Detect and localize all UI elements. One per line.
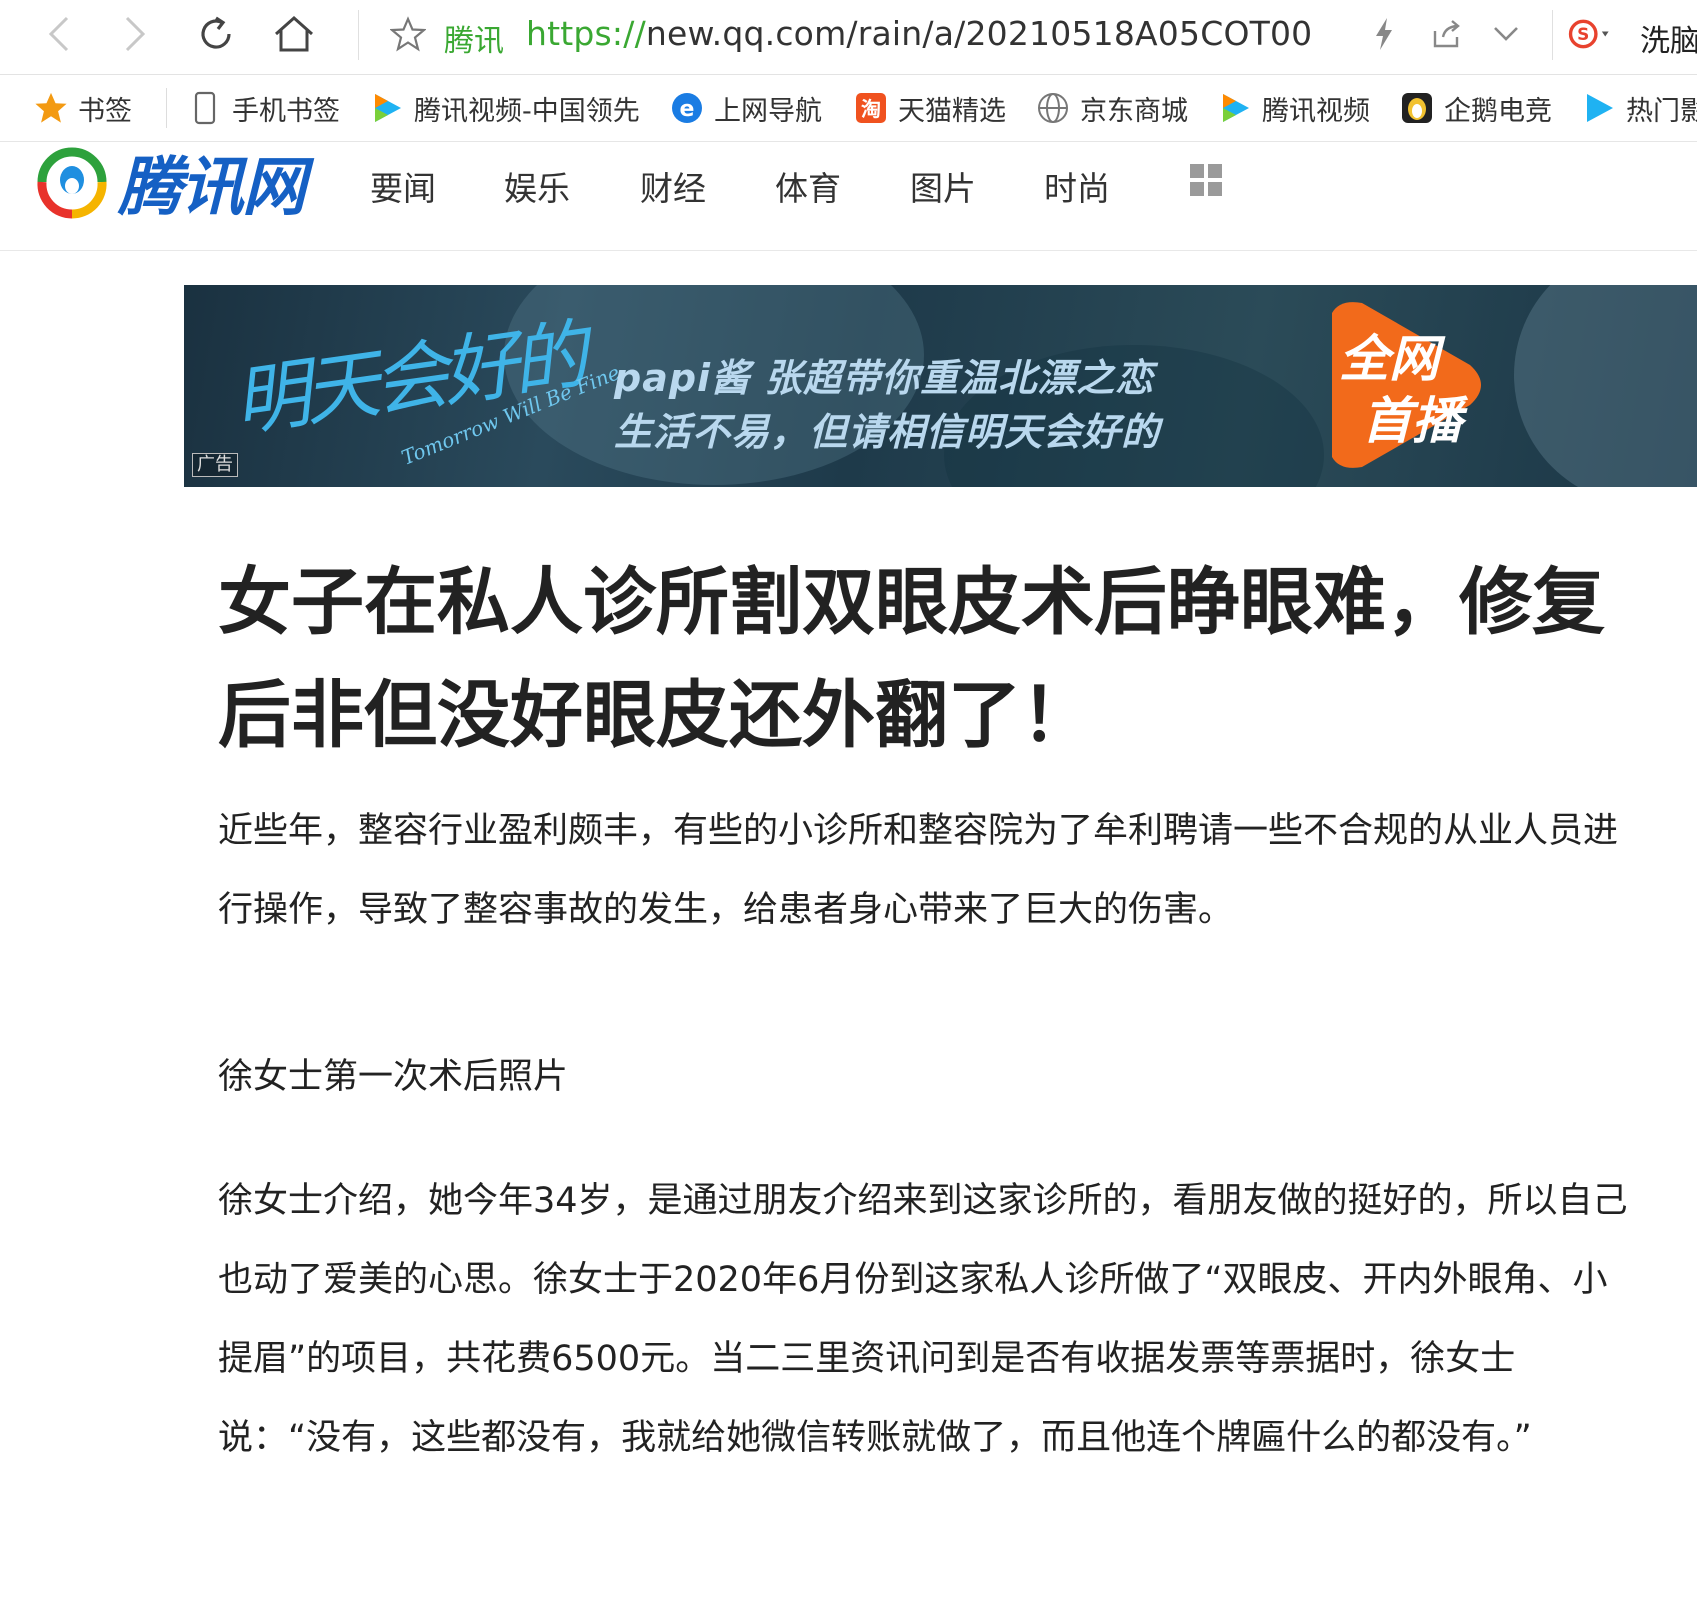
forward-icon[interactable] (114, 12, 158, 56)
tmall-icon: 淘 (854, 91, 888, 125)
bookmark-tencent-video[interactable]: 腾讯视频 (1218, 89, 1370, 127)
image-caption: 徐女士第一次术后照片 (218, 1057, 569, 1097)
phone-icon (188, 91, 222, 125)
ad-label: 广告 (192, 453, 238, 477)
star-icon (34, 91, 68, 125)
ie-icon: e (670, 91, 704, 125)
refresh-icon[interactable] (194, 12, 238, 56)
bookmark-tmall[interactable]: 淘 天猫精选 (854, 89, 1006, 127)
ad-banner[interactable]: 明天会好的 Tomorrow Will Be Fine papi酱 张超带你重温… (184, 285, 1697, 487)
nav-entertainment[interactable]: 娱乐 (504, 162, 570, 210)
bookmark-penguin-esports[interactable]: 企鹅电竞 (1400, 89, 1552, 127)
search-engine-label[interactable]: 洗脑 (1640, 16, 1697, 60)
site-security-label: 腾讯 (444, 24, 504, 59)
play-icon (1218, 91, 1252, 125)
back-icon[interactable] (36, 12, 80, 56)
bookmark-tencent-video-cn[interactable]: 腾讯视频-中国领先 (370, 89, 645, 127)
favorite-star-icon[interactable] (386, 12, 430, 56)
bookmark-mobile[interactable]: 手机书签 (188, 89, 340, 127)
ad-text-line-1: papi酱 张超带你重温北漂之恋 (614, 356, 1155, 400)
url-protocol: https:// (526, 14, 646, 53)
svg-text:淘: 淘 (861, 97, 881, 121)
article-paragraph-1: 近些年，整容行业盈利颇丰，有些的小诊所和整容院为了牟利聘请一些不合规的从业人员进… (218, 811, 1619, 930)
bookmark-jd[interactable]: 京东商城 (1036, 89, 1188, 127)
url-path: new.qq.com/rain/a/20210518A05COT00 (645, 14, 1313, 53)
site-logo-text: 腾讯网 (118, 151, 306, 225)
penguin-icon (1400, 91, 1434, 125)
article-paragraph-2: 徐女士介绍，她今年34岁，是通过朋友介绍来到这家诊所的，看朋友做的挺好的，所以自… (218, 1181, 1628, 1458)
sogou-search-icon[interactable]: S (1568, 12, 1612, 56)
site-logo[interactable]: 腾讯网 (32, 142, 306, 225)
home-icon[interactable] (272, 12, 316, 56)
bookmark-web-nav[interactable]: e 上网导航 (670, 89, 822, 127)
bookmark-hot-movies[interactable]: 热门影 (1582, 89, 1697, 127)
browser-toolbar: 腾讯 https://new.qq.com/rain/a/20210518A05… (0, 0, 1697, 75)
play-icon (1582, 91, 1616, 125)
lightning-icon[interactable] (1362, 12, 1406, 56)
article-headline: 女子在私人诊所割双眼皮术后睁眼难，修复后非但没好眼皮还外翻了！ (218, 560, 1605, 758)
bookmarks-bar: 书签 手机书签 腾讯视频-中国领先 e 上网导航 淘 天猫精选 京东商城 腾讯视 (0, 75, 1697, 142)
address-bar-url[interactable]: https://new.qq.com/rain/a/20210518A05COT… (526, 14, 1312, 53)
share-icon[interactable] (1424, 12, 1468, 56)
chevron-down-icon[interactable] (1484, 12, 1528, 56)
globe-icon (1036, 91, 1070, 125)
nav-sports[interactable]: 体育 (775, 162, 841, 210)
ad-badge-line-2: 首播 (1362, 392, 1462, 450)
bookmark-bookmarks[interactable]: 书签 (34, 89, 132, 127)
ad-text-line-2: 生活不易，但请相信明天会好的 (614, 410, 1161, 454)
nav-finance[interactable]: 财经 (640, 162, 706, 210)
site-header: 腾讯网 要闻 娱乐 财经 体育 图片 时尚 (0, 142, 1697, 251)
svg-text:e: e (680, 97, 695, 122)
nav-fashion[interactable]: 时尚 (1044, 162, 1110, 210)
tencent-logo-icon (37, 147, 107, 219)
svg-text:S: S (1577, 24, 1589, 44)
more-grid-icon[interactable] (1190, 164, 1222, 196)
ad-script-title: 明天会好的 (228, 310, 588, 447)
nav-news[interactable]: 要闻 (370, 162, 436, 210)
nav-photos[interactable]: 图片 (910, 162, 976, 210)
play-icon (370, 91, 404, 125)
